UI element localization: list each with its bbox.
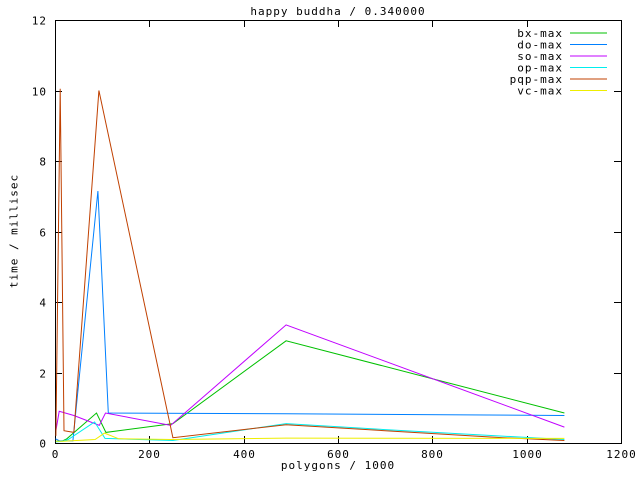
y-tick-label: 12 [32,15,47,28]
x-tick-label: 0 [52,448,60,461]
x-tick-label: 1200 [606,448,637,461]
y-tick-label: 0 [39,438,47,451]
series-line-do-max [56,191,565,441]
plot-area: 020040060080010001200024681012bx-maxdo-m… [0,0,640,480]
y-tick-label: 6 [39,227,47,240]
gnuplot-chart-window: happy buddha / 0.340000 time / millisec … [0,0,640,480]
series-line-pqp-max [56,89,565,441]
y-tick-label: 10 [32,86,47,99]
y-tick-label: 4 [39,297,47,310]
x-tick-label: 400 [233,448,256,461]
y-tick-label: 8 [39,156,47,169]
x-tick-label: 800 [421,448,444,461]
y-tick-label: 2 [39,368,47,381]
x-tick-label: 1000 [512,448,543,461]
legend-label-vc-max: vc-max [517,85,563,98]
x-tick-label: 600 [327,448,350,461]
x-tick-label: 200 [138,448,161,461]
